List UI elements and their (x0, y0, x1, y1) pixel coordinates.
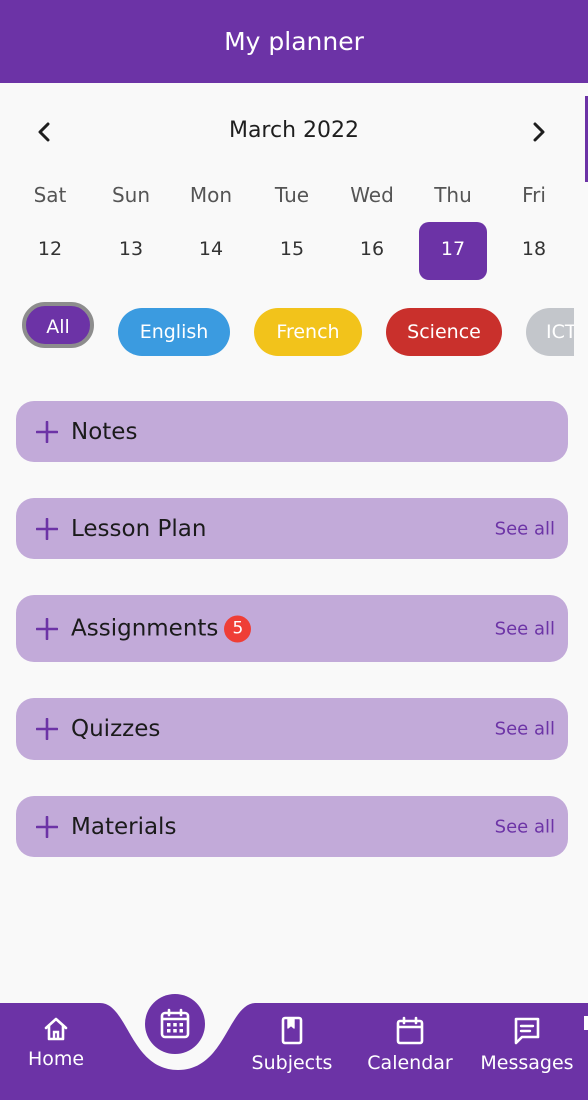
day-name: Mon (189, 183, 233, 207)
day-name: Wed (350, 183, 394, 207)
section-title: Quizzes (71, 716, 161, 742)
tab-messages[interactable]: Messages (478, 1016, 576, 1074)
day-column[interactable]: Wed 16 (337, 180, 407, 280)
section-title: Materials (71, 813, 177, 840)
see-all-link[interactable]: See all (495, 618, 555, 639)
section-materials[interactable]: Materials See all (16, 796, 568, 857)
app-header: My planner (0, 0, 588, 83)
tab-home[interactable]: Home (16, 1016, 96, 1070)
tab-label: Messages (480, 1052, 574, 1074)
month-navigator: March 2022 (0, 108, 588, 154)
section-title: Lesson Plan (71, 515, 207, 542)
tab-label: Home (27, 1048, 85, 1070)
day-column-selected[interactable]: Thu 17 (418, 180, 488, 280)
day-column[interactable]: Sun 13 (96, 180, 166, 280)
day-number[interactable]: 15 (258, 222, 326, 280)
book-icon (281, 1016, 303, 1045)
tab-label: Subjects (251, 1052, 333, 1074)
planner-fab-button[interactable] (145, 994, 205, 1054)
section-lesson-plan[interactable]: Lesson Plan See all (16, 498, 568, 559)
filter-chip-english[interactable]: English (118, 308, 230, 356)
plus-icon[interactable] (36, 718, 58, 740)
day-column[interactable]: Mon 14 (176, 180, 246, 280)
day-column[interactable]: Tue 15 (257, 180, 327, 280)
filter-chip-ict[interactable]: ICT (526, 308, 574, 356)
filter-chip-science[interactable]: Science (386, 308, 502, 356)
tab-subjects[interactable]: Subjects (246, 1016, 338, 1074)
plus-icon[interactable] (36, 617, 58, 640)
day-number[interactable]: 13 (97, 222, 165, 280)
chevron-right-icon[interactable] (526, 120, 550, 144)
day-number[interactable]: 18 (500, 222, 568, 280)
subject-filter-bar: All English French Science ICT (0, 302, 574, 362)
see-all-link[interactable]: See all (495, 816, 555, 837)
day-number[interactable]: 12 (16, 222, 84, 280)
plus-icon[interactable] (36, 420, 58, 443)
day-name: Fri (522, 183, 546, 207)
message-icon (514, 1017, 540, 1045)
section-title: Notes (71, 418, 138, 445)
see-all-link[interactable]: See all (495, 719, 555, 740)
day-number-selected[interactable]: 17 (419, 222, 487, 280)
day-name: Sat (33, 183, 67, 207)
filter-chip-all[interactable]: All (22, 302, 94, 348)
section-assignments[interactable]: Assignments 5 See all (16, 595, 568, 662)
home-icon (44, 1017, 68, 1041)
section-title: Assignments 5 (71, 615, 252, 642)
tab-calendar[interactable]: Calendar (364, 1016, 456, 1074)
calendar-grid-icon (160, 1008, 190, 1039)
day-name: Tue (274, 183, 310, 207)
plus-icon[interactable] (36, 517, 58, 540)
plus-icon[interactable] (36, 815, 58, 838)
count-badge: 5 (224, 615, 252, 642)
edge-marker (584, 1016, 588, 1030)
section-quizzes[interactable]: Quizzes See all (16, 698, 568, 760)
day-number[interactable]: 16 (338, 222, 406, 280)
see-all-link[interactable]: See all (495, 518, 555, 539)
tab-label: Calendar (367, 1052, 453, 1074)
day-column[interactable]: Sat 12 (15, 180, 85, 280)
calendar-icon (396, 1016, 424, 1045)
day-column[interactable]: Fri 18 (499, 180, 569, 280)
day-number[interactable]: 14 (177, 222, 245, 280)
section-title-text: Assignments (71, 615, 219, 641)
day-name: Sun (111, 183, 151, 207)
section-notes[interactable]: Notes (16, 401, 568, 462)
page-title: My planner (224, 27, 364, 56)
filter-chip-french[interactable]: French (254, 308, 362, 356)
month-label: March 2022 (228, 118, 360, 143)
day-name: Thu (434, 183, 472, 207)
